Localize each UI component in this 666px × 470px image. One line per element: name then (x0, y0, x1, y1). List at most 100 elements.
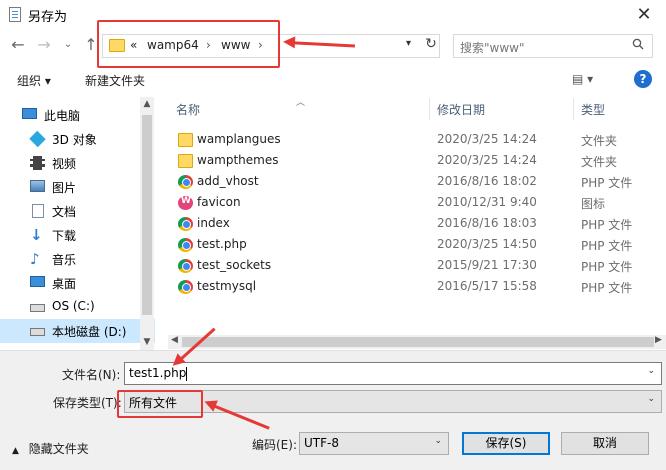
file-row[interactable]: test_sockets 2015/9/21 17:30 PHP 文件 (168, 256, 666, 276)
column-type[interactable]: 类型 (581, 101, 605, 118)
chevron-down-icon[interactable]: ⌄ (434, 436, 442, 446)
sidebar-item-desktop[interactable]: 桌面 (0, 271, 155, 295)
chrome-file-icon (178, 238, 193, 252)
view-options-button[interactable]: ▤ ▾ (572, 72, 593, 86)
back-button[interactable]: ← (9, 35, 27, 55)
column-divider[interactable] (429, 98, 430, 120)
file-type: 文件夹 (581, 134, 618, 148)
organize-menu[interactable]: 组织 ▾ (17, 72, 51, 89)
file-date: 2020/3/25 14:50 (437, 237, 537, 251)
sidebar-item-3d-objects[interactable]: 3D 对象 (0, 127, 155, 151)
recent-locations-dropdown[interactable]: ⌄ (59, 35, 77, 55)
help-icon[interactable]: ? (634, 70, 652, 88)
file-row[interactable]: index 2016/8/16 18:03 PHP 文件 (168, 214, 666, 234)
encoding-select[interactable]: UTF-8 ⌄ (299, 432, 449, 455)
file-type: PHP 文件 (581, 218, 633, 232)
search-icon[interactable] (632, 38, 644, 50)
scroll-up-icon[interactable]: ▲ (141, 99, 153, 109)
sidebar-item-label: OS (C:) (52, 299, 95, 313)
sidebar-scrollbar[interactable]: ▲ ▼ (140, 97, 154, 350)
file-row[interactable]: test.php 2020/3/25 14:50 PHP 文件 (168, 235, 666, 255)
column-name[interactable]: 名称 (176, 101, 200, 118)
save-button[interactable]: 保存(S) (462, 432, 550, 455)
file-name: favicon (197, 195, 241, 209)
new-folder-button[interactable]: 新建文件夹 (85, 72, 145, 89)
filename-label: 文件名(N): (62, 368, 121, 382)
file-type: PHP 文件 (581, 239, 633, 253)
annotation-box-type (117, 390, 203, 418)
file-row[interactable]: testmysql 2016/5/17 15:58 PHP 文件 (168, 277, 666, 297)
drive-c-icon (30, 304, 45, 312)
sidebar-item-videos[interactable]: 视频 (0, 151, 155, 175)
file-row[interactable]: add_vhost 2016/8/16 18:02 PHP 文件 (168, 172, 666, 192)
file-date: 2020/3/25 14:24 (437, 153, 537, 167)
chrome-file-icon (178, 217, 193, 231)
file-type: PHP 文件 (581, 176, 633, 190)
chevron-up-icon: ▲ (12, 446, 19, 456)
file-name: index (197, 216, 230, 230)
scroll-left-icon[interactable]: ◀ (171, 335, 178, 345)
file-name: add_vhost (197, 174, 259, 188)
folder-icon (178, 154, 193, 168)
window-title: 另存为 (28, 10, 68, 25)
close-button[interactable]: ✕ (630, 3, 658, 27)
folder-icon (178, 133, 193, 147)
sidebar-item-label: 本地磁盘 (D:) (52, 325, 127, 339)
annotation-box-address (97, 20, 280, 68)
file-type: 文件夹 (581, 155, 618, 169)
file-type: 图标 (581, 197, 606, 211)
file-date: 2015/9/21 17:30 (437, 258, 537, 272)
navigation-pane[interactable]: 此电脑 3D 对象 视频 图片 文档 ↓ 下载 ♪ 音乐 桌面 OS (C:) … (0, 97, 155, 350)
file-row[interactable]: wamplangues 2020/3/25 14:24 文件夹 (168, 130, 666, 150)
cancel-button[interactable]: 取消 (561, 432, 649, 455)
save-type-label: 保存类型(T): (53, 396, 122, 410)
file-date: 2016/5/17 15:58 (437, 279, 537, 293)
file-date: 2016/8/16 18:02 (437, 174, 537, 188)
file-name: wamplangues (197, 132, 281, 146)
file-type: PHP 文件 (581, 260, 633, 274)
computer-icon (22, 108, 37, 119)
cube-3d-icon (29, 130, 46, 148)
file-type: PHP 文件 (581, 281, 633, 295)
address-dropdown-icon[interactable]: ▾ (406, 38, 411, 49)
scrollbar-thumb[interactable] (142, 115, 152, 315)
scroll-down-icon[interactable]: ▼ (141, 337, 153, 347)
sidebar-item-downloads[interactable]: ↓ 下载 (0, 223, 155, 247)
column-divider[interactable] (573, 98, 574, 120)
refresh-icon[interactable]: ↻ (423, 36, 439, 52)
sidebar-item-documents[interactable]: 文档 (0, 199, 155, 223)
scroll-right-icon[interactable]: ▶ (655, 335, 662, 345)
file-row[interactable]: wampthemes 2020/3/25 14:24 文件夹 (168, 151, 666, 171)
sidebar-item-label: 此电脑 (44, 109, 81, 123)
chevron-down-icon[interactable]: ⌄ (647, 394, 655, 404)
sidebar-item-pictures[interactable]: 图片 (0, 175, 155, 199)
column-date[interactable]: 修改日期 (437, 101, 485, 118)
sidebar-item-os-c[interactable]: OS (C:) (0, 295, 155, 319)
file-date: 2020/3/25 14:24 (437, 132, 537, 146)
sidebar-item-label: 文档 (52, 205, 77, 219)
picture-icon (30, 180, 45, 192)
chrome-file-icon (178, 175, 193, 189)
save-dialog-icon (9, 7, 21, 22)
chevron-down-icon[interactable]: ⌄ (647, 366, 655, 376)
wamp-icon (178, 196, 193, 210)
sidebar-item-this-pc[interactable]: 此电脑 (0, 103, 155, 127)
search-input[interactable]: 搜索"www" (453, 34, 653, 58)
sidebar-item-label: 音乐 (52, 253, 77, 267)
sidebar-item-label: 图片 (52, 181, 77, 195)
filename-input[interactable]: test1.php ⌄ (124, 362, 662, 385)
sidebar-item-label: 桌面 (52, 277, 77, 291)
column-header: 名称 修改日期 类型 (168, 96, 666, 122)
file-date: 2016/8/16 18:03 (437, 216, 537, 230)
sidebar-item-local-disk-d[interactable]: 本地磁盘 (D:) (0, 319, 155, 343)
chrome-file-icon (178, 259, 193, 273)
scrollbar-thumb[interactable] (182, 337, 654, 347)
file-row[interactable]: favicon 2010/12/31 9:40 图标 (168, 193, 666, 213)
file-list-horizontal-scrollbar[interactable]: ◀ ▶ (168, 335, 666, 349)
encoding-label: 编码(E): (252, 438, 297, 452)
hide-folders-label: 隐藏文件夹 (28, 442, 89, 456)
sidebar-item-music[interactable]: ♪ 音乐 (0, 247, 155, 271)
text-caret (186, 366, 188, 381)
hide-folders-toggle[interactable]: ▲ 隐藏文件夹 (12, 440, 89, 457)
forward-button[interactable]: → (35, 35, 53, 55)
